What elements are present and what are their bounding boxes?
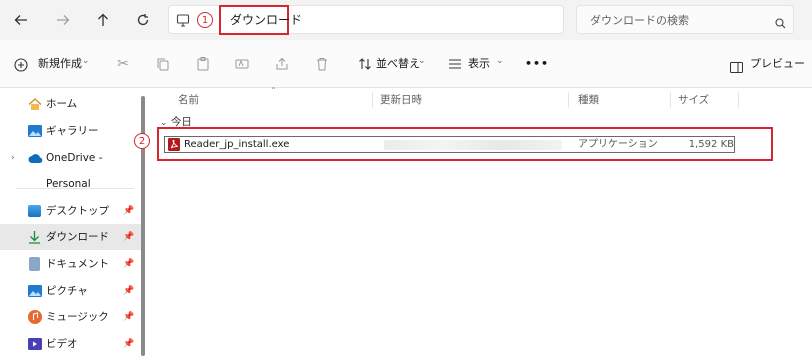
home-icon: [28, 98, 42, 110]
sidebar-item-desktop[interactable]: デスクトップ 📌: [0, 198, 142, 224]
file-type: アプリケーション: [578, 139, 658, 150]
column-divider[interactable]: [372, 92, 373, 108]
delete-icon[interactable]: [313, 55, 331, 73]
column-divider[interactable]: [568, 92, 569, 108]
file-name[interactable]: Reader_jp_install.exe: [184, 136, 289, 153]
sort-icon[interactable]: [356, 55, 374, 73]
new-item-label[interactable]: 新規作成: [38, 56, 82, 72]
gallery-icon: [28, 125, 42, 137]
new-item-button[interactable]: [14, 57, 28, 76]
up-button[interactable]: [92, 9, 114, 31]
refresh-button[interactable]: [132, 9, 154, 31]
sidebar-item-pictures[interactable]: ピクチャ 📌: [0, 278, 142, 304]
rename-icon[interactable]: [233, 55, 251, 73]
pin-icon[interactable]: 📌: [123, 251, 134, 277]
column-header-date[interactable]: 更新日時: [380, 92, 422, 107]
modified-date-redacted: [384, 140, 562, 150]
column-divider[interactable]: [738, 92, 739, 108]
view-chevron-icon[interactable]: ⌄: [496, 56, 504, 66]
sidebar-item-music[interactable]: ミュージック 📌: [0, 304, 142, 330]
column-header-size[interactable]: サイズ: [678, 92, 709, 107]
callout-1-badge: 1: [197, 12, 213, 28]
preview-label[interactable]: プレビュー: [750, 56, 805, 72]
sidebar-item-videos[interactable]: ビデオ 📌: [0, 331, 142, 357]
search-placeholder: ダウンロードの検索: [590, 14, 689, 27]
file-size: 1,592 KB: [688, 139, 734, 150]
expand-chevron-icon[interactable]: ›: [11, 145, 15, 171]
download-icon: [29, 231, 40, 244]
back-arrow-icon: [14, 15, 27, 25]
view-icon[interactable]: [446, 55, 464, 73]
column-divider[interactable]: [670, 92, 671, 108]
pin-icon[interactable]: 📌: [123, 224, 134, 250]
sidebar-item-documents[interactable]: ドキュメント 📌: [0, 251, 142, 277]
sidebar-divider: [16, 188, 134, 189]
document-icon: [29, 257, 40, 271]
pin-icon[interactable]: 📌: [123, 304, 134, 330]
column-header-name[interactable]: 名前: [178, 92, 199, 107]
up-arrow-icon: [98, 13, 108, 26]
sort-chevron-icon[interactable]: ⌄: [418, 56, 426, 66]
callout-2-badge: 2: [134, 133, 150, 149]
column-header-type[interactable]: 種類: [578, 92, 599, 107]
preview-pane-icon[interactable]: [730, 58, 743, 77]
more-options-button[interactable]: •••: [525, 56, 549, 72]
pin-icon[interactable]: 📌: [123, 331, 134, 357]
pin-icon[interactable]: 📌: [123, 198, 134, 224]
sidebar-item-home[interactable]: ホーム: [0, 91, 142, 117]
cut-icon[interactable]: ✂: [114, 55, 132, 73]
share-icon[interactable]: [273, 55, 291, 73]
sort-ascending-icon: ⌃: [270, 86, 277, 95]
desktop-icon: [28, 205, 41, 217]
acrobat-file-icon: [168, 138, 180, 151]
forward-button[interactable]: [52, 9, 74, 31]
picture-icon: [28, 285, 42, 297]
search-icon[interactable]: [775, 14, 786, 33]
plus-circle-icon: [14, 58, 28, 72]
sort-label[interactable]: 並べ替え: [376, 56, 420, 72]
video-icon: [28, 338, 42, 350]
copy-icon[interactable]: [154, 55, 172, 73]
breadcrumb-downloads[interactable]: ダウンロード: [224, 9, 308, 31]
music-icon: [28, 310, 42, 324]
this-pc-icon: [176, 12, 190, 31]
sidebar-item-gallery[interactable]: ギャラリー: [0, 118, 142, 144]
refresh-icon: [137, 14, 149, 26]
sidebar-item-onedrive[interactable]: › OneDrive - Personal: [0, 145, 142, 190]
cloud-icon: [28, 154, 43, 163]
view-label[interactable]: 表示: [468, 56, 490, 72]
back-button[interactable]: [10, 9, 32, 31]
new-chevron-icon[interactable]: ⌄: [82, 56, 90, 66]
sidebar-item-downloads[interactable]: ダウンロード 📌: [0, 224, 142, 250]
pin-icon[interactable]: 📌: [123, 278, 134, 304]
paste-icon[interactable]: [194, 55, 212, 73]
forward-arrow-icon: [57, 15, 70, 25]
